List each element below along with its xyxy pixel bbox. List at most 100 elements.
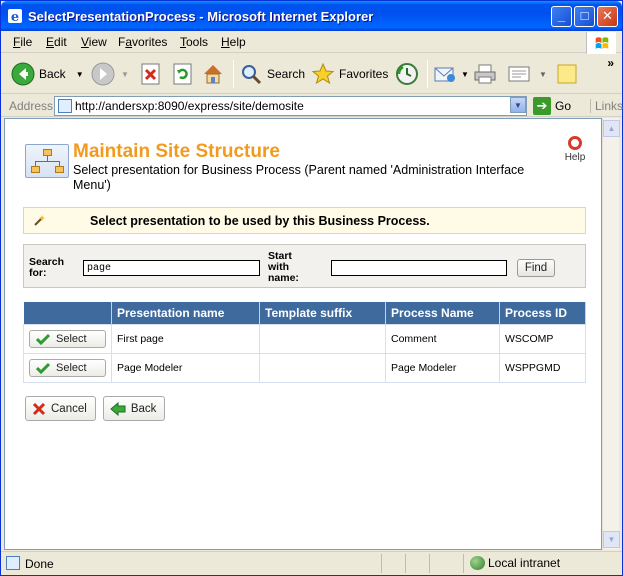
stop-button[interactable]	[139, 60, 163, 88]
title-bar[interactable]: e SelectPresentationProcess - Microsoft …	[1, 1, 622, 31]
checkmark-icon	[36, 333, 50, 345]
table-cell-presentation: First page	[111, 323, 260, 354]
print-button[interactable]	[473, 60, 497, 88]
search-toolbar-button[interactable]: Search	[239, 60, 305, 88]
favorites-toolbar-label: Favorites	[339, 67, 389, 81]
cancel-button[interactable]: Cancel	[25, 396, 96, 421]
refresh-icon	[173, 63, 192, 85]
discuss-button[interactable]	[555, 60, 579, 88]
toolbar-overflow-icon[interactable]: »	[607, 56, 614, 70]
favorites-star-icon	[311, 62, 335, 85]
vertical-scrollbar[interactable]: ▲ ▼	[602, 118, 620, 550]
forward-dropdown-icon[interactable]: ▼	[121, 70, 129, 79]
table-row: Select Page Modeler Page Modeler WSPPGMD	[23, 352, 586, 383]
go-label: Go	[555, 99, 572, 113]
action-buttons: Cancel Back	[25, 396, 166, 421]
intranet-globe-icon	[470, 556, 485, 570]
start-with-label: Start with name:	[268, 251, 299, 284]
back-toolbar-label: Back	[39, 67, 66, 81]
page-done-icon	[6, 556, 20, 570]
menu-file-label: ile	[20, 35, 33, 49]
menu-view-label: iew	[88, 35, 107, 49]
column-header-process-name: Process Name	[385, 302, 500, 324]
back-toolbar-button[interactable]: Back ▼	[11, 60, 84, 88]
minimize-button[interactable]: _	[551, 6, 572, 27]
maximize-button[interactable]: □	[574, 6, 595, 27]
mail-dropdown-icon[interactable]: ▼	[461, 70, 469, 79]
column-header-template-suffix: Template suffix	[259, 302, 386, 324]
table-cell-process-id: WSPPGMD	[499, 352, 586, 383]
scroll-up-icon[interactable]: ▲	[603, 120, 620, 137]
find-button[interactable]: Find	[517, 259, 555, 277]
search-for-input[interactable]	[83, 260, 260, 276]
page-viewport: Maintain Site Structure Select presentat…	[4, 118, 602, 550]
magic-wand-icon	[34, 215, 45, 226]
menu-edit-accel: E	[46, 35, 55, 49]
select-button-label: Select	[56, 332, 87, 345]
svg-text:e: e	[11, 10, 19, 24]
start-with-input[interactable]	[331, 260, 507, 276]
table-cell-process: Comment	[385, 323, 500, 354]
scroll-down-icon[interactable]: ▼	[603, 531, 620, 548]
toolbar-separator	[427, 60, 428, 88]
page-title: Maintain Site Structure	[73, 141, 280, 162]
edit-button[interactable]: ▼	[507, 60, 547, 88]
select-button[interactable]: Select	[29, 329, 106, 348]
back-dropdown-icon[interactable]: ▼	[76, 70, 84, 79]
search-toolbar-label: Search	[267, 67, 306, 81]
results-table: Presentation name Template suffix Proces…	[23, 302, 586, 383]
status-bar: Done Local intranet	[1, 551, 622, 575]
notice-text: Select presentation to be used by this B…	[90, 214, 430, 228]
help-label: Help	[564, 152, 586, 163]
internet-explorer-icon: e	[8, 9, 22, 24]
table-cell-presentation: Page Modeler	[111, 352, 260, 383]
cancel-x-icon	[32, 402, 46, 415]
menu-favorites[interactable]: Favorites	[118, 35, 167, 49]
close-button[interactable]: ✕	[597, 6, 618, 27]
search-panel: Searchfor: Startwithname: Find	[23, 244, 586, 288]
site-structure-icon	[25, 144, 69, 178]
back-arrow-icon	[11, 62, 35, 86]
status-separator	[429, 554, 430, 573]
menu-favorites-label: vorites	[132, 35, 168, 49]
search-for-label-line2: for:	[29, 267, 47, 279]
menu-view[interactable]: View	[81, 35, 107, 49]
address-label: Address	[9, 99, 54, 113]
security-zone: Local intranet	[463, 554, 616, 573]
standard-toolbar: Back ▼ ▼ Search Favorites ▼ ▼ »	[1, 54, 622, 94]
menu-help[interactable]: Help	[221, 35, 246, 49]
table-cell-process: Page Modeler	[385, 352, 500, 383]
forward-toolbar-button[interactable]: ▼	[91, 60, 129, 88]
table-cell-suffix	[259, 352, 386, 383]
menu-edit[interactable]: Edit	[46, 35, 67, 49]
menu-tools[interactable]: Tools	[180, 35, 208, 49]
printer-icon	[474, 64, 496, 84]
window-title: SelectPresentationProcess - Microsoft In…	[28, 9, 374, 24]
status-text: Done	[25, 557, 54, 571]
edit-dropdown-icon[interactable]: ▼	[539, 70, 547, 79]
address-dropdown-icon[interactable]: ▼	[510, 97, 526, 113]
checkmark-icon	[36, 362, 50, 374]
select-button-label: Select	[56, 361, 87, 374]
refresh-button[interactable]	[171, 60, 195, 88]
menu-file[interactable]: File	[13, 35, 32, 49]
go-button[interactable]: ➔ Go	[533, 97, 571, 115]
status-separator	[405, 554, 406, 573]
back-button[interactable]: Back	[102, 396, 166, 421]
help-button[interactable]: Help	[561, 136, 589, 163]
menu-help-label: elp	[229, 35, 246, 49]
select-button[interactable]: Select	[29, 358, 106, 377]
history-button[interactable]	[395, 60, 419, 88]
table-cell-action: Select	[23, 352, 112, 383]
address-url: http://andersxp:8090/express/site/demosi…	[75, 99, 304, 113]
note-icon	[557, 64, 577, 84]
go-arrow-icon: ➔	[533, 97, 551, 115]
mail-button[interactable]: ▼	[433, 60, 469, 88]
column-header-action	[23, 302, 112, 324]
cancel-button-label: Cancel	[51, 402, 87, 415]
links-button[interactable]: Links	[590, 99, 623, 113]
favorites-toolbar-button[interactable]: Favorites	[311, 60, 388, 88]
column-header-presentation-name: Presentation name	[111, 302, 260, 324]
home-button[interactable]	[201, 60, 225, 88]
address-input[interactable]: http://andersxp:8090/express/site/demosi…	[54, 96, 527, 116]
